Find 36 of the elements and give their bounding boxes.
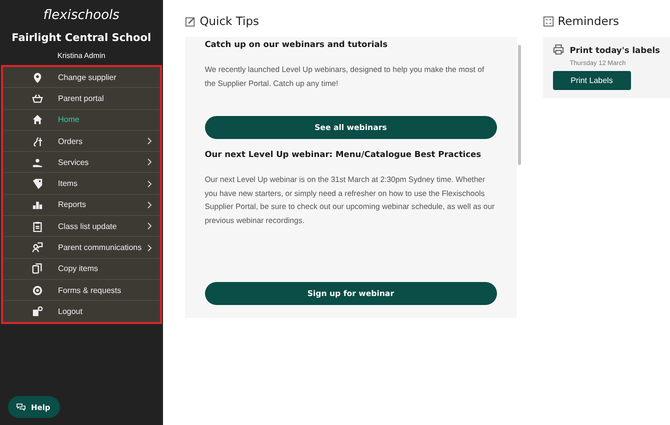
chat-icon — [16, 402, 26, 412]
menu-item[interactable]: Services — [3, 152, 160, 174]
menu-icon — [32, 178, 43, 190]
section-title: Reminders — [558, 14, 620, 28]
menu-icon — [32, 199, 43, 210]
menu-item[interactable]: Change supplier — [3, 67, 160, 88]
menu-item[interactable]: Logout — [3, 301, 160, 322]
menu-icon — [32, 242, 43, 254]
menu-item[interactable]: Home — [3, 110, 160, 131]
menu-item[interactable]: Forms & requests — [3, 280, 160, 302]
edit-icon — [184, 16, 196, 26]
menu-icon — [32, 72, 43, 83]
menu-icon — [32, 284, 43, 296]
menu-icon — [32, 114, 43, 126]
menu-icon — [32, 136, 43, 147]
checklist-icon — [542, 16, 554, 26]
school-name: Fairlight Central School — [12, 32, 152, 44]
menu-item[interactable]: Parent communications — [3, 237, 160, 259]
tip-heading: Catch up on our webinars and tutorials — [204, 39, 389, 49]
tip-heading: Our next Level Up webinar: Menu/Catalogue Best Practices — [204, 149, 482, 159]
menu-item[interactable]: Orders — [3, 130, 160, 152]
printer-icon — [552, 44, 564, 55]
menu-icon — [32, 156, 43, 168]
print-labels-button[interactable]: Print Labels — [552, 71, 631, 90]
reminder-title: Print today's labels — [570, 44, 660, 54]
menu-item[interactable]: Parent portal — [3, 88, 160, 110]
menu-item[interactable]: Copy items — [3, 258, 160, 280]
menu-icon — [32, 306, 43, 317]
menu-icon — [32, 263, 43, 274]
logo: flexischools — [43, 8, 120, 23]
menu-item[interactable]: Reports — [3, 194, 160, 216]
menu-icon — [32, 92, 43, 104]
menu-item[interactable]: Class list update — [3, 216, 160, 238]
menu-item[interactable]: Items — [3, 173, 160, 195]
menu-icon — [32, 220, 43, 232]
section-title: Quick Tips — [200, 14, 260, 28]
